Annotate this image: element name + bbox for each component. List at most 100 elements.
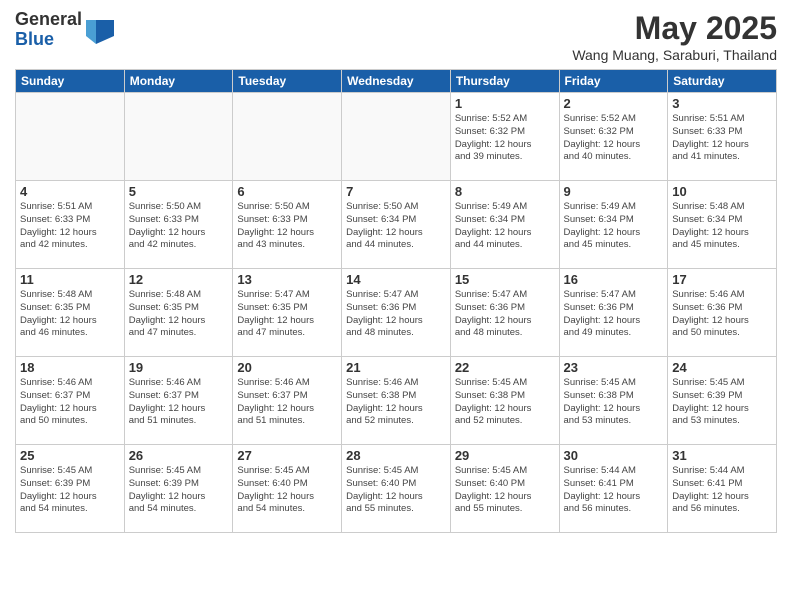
day-number: 30 [564, 448, 664, 463]
table-row: 11 Sunrise: 5:48 AM Sunset: 6:35 PM Dayli… [16, 269, 125, 357]
table-row [233, 93, 342, 181]
table-row: 14 Sunrise: 5:47 AM Sunset: 6:36 PM Dayli… [342, 269, 451, 357]
table-row: 17Sunrise: 5:46 AM Sunset: 6:36 PM Dayli… [668, 269, 777, 357]
day-number: 22 [455, 360, 555, 375]
table-row: 2Sunrise: 5:52 AM Sunset: 6:32 PM Daylig… [559, 93, 668, 181]
table-row: 6Sunrise: 5:50 AM Sunset: 6:33 PM Daylig… [233, 181, 342, 269]
day-number: 15 [455, 272, 555, 287]
table-row: 20Sunrise: 5:46 AM Sunset: 6:37 PM Dayli… [233, 357, 342, 445]
table-row: 25Sunrise: 5:45 AM Sunset: 6:39 PM Dayli… [16, 445, 125, 533]
day-info: Sunrise: 5:48 AM Sunset: 6:35 PM Dayligh… [129, 289, 229, 340]
day-number: 31 [672, 448, 772, 463]
table-row [124, 93, 233, 181]
day-number: 14 [346, 272, 446, 287]
day-number: 19 [129, 360, 229, 375]
table-row: 13 Sunrise: 5:47 AM Sunset: 6:35 PM Dayli… [233, 269, 342, 357]
logo: General Blue [15, 10, 114, 50]
day-number: 9 [564, 184, 664, 199]
calendar: Sunday Monday Tuesday Wednesday Thursday… [15, 69, 777, 533]
table-row: 16 Sunrise: 5:47 AM Sunset: 6:36 PM Dayli… [559, 269, 668, 357]
calendar-week-row: 18 Sunrise: 5:46 AM Sunset: 6:37 PM Dayli… [16, 357, 777, 445]
day-info: Sunrise: 5:45 AM Sunset: 6:40 PM Dayligh… [237, 465, 337, 516]
day-info: Sunrise: 5:49 AM Sunset: 6:34 PM Dayligh… [564, 201, 664, 252]
day-number: 8 [455, 184, 555, 199]
day-info: Sunrise: 5:44 AM Sunset: 6:41 PM Dayligh… [672, 465, 772, 516]
header: General Blue May 2025 Wang Muang, Sarabu… [15, 10, 777, 63]
table-row: 26 Sunrise: 5:45 AM Sunset: 6:39 PM Dayli… [124, 445, 233, 533]
day-info: Sunrise: 5:45 AM Sunset: 6:40 PM Dayligh… [346, 465, 446, 516]
day-info: Sunrise: 5:45 AM Sunset: 6:39 PM Dayligh… [20, 465, 120, 516]
day-number: 5 [129, 184, 229, 199]
day-info: Sunrise: 5:47 AM Sunset: 6:35 PM Dayligh… [237, 289, 337, 340]
col-header-saturday: Saturday [668, 70, 777, 93]
table-row: 31 Sunrise: 5:44 AM Sunset: 6:41 PM Dayli… [668, 445, 777, 533]
calendar-week-row: 1 Sunrise: 5:52 AM Sunset: 6:32 PM Daylig… [16, 93, 777, 181]
day-info: Sunrise: 5:47 AM Sunset: 6:36 PM Dayligh… [564, 289, 664, 340]
day-info: Sunrise: 5:47 AM Sunset: 6:36 PM Dayligh… [455, 289, 555, 340]
day-number: 12 [129, 272, 229, 287]
table-row: 22 Sunrise: 5:45 AM Sunset: 6:38 PM Dayli… [450, 357, 559, 445]
day-number: 24 [672, 360, 772, 375]
day-number: 27 [237, 448, 337, 463]
day-number: 11 [20, 272, 120, 287]
table-row: 23 Sunrise: 5:45 AM Sunset: 6:38 PM Dayli… [559, 357, 668, 445]
day-number: 28 [346, 448, 446, 463]
day-info: Sunrise: 5:50 AM Sunset: 6:34 PM Dayligh… [346, 201, 446, 252]
col-header-thursday: Thursday [450, 70, 559, 93]
day-info: Sunrise: 5:45 AM Sunset: 6:39 PM Dayligh… [672, 377, 772, 428]
day-info: Sunrise: 5:51 AM Sunset: 6:33 PM Dayligh… [20, 201, 120, 252]
day-number: 26 [129, 448, 229, 463]
calendar-week-row: 11 Sunrise: 5:48 AM Sunset: 6:35 PM Dayli… [16, 269, 777, 357]
day-info: Sunrise: 5:46 AM Sunset: 6:37 PM Dayligh… [237, 377, 337, 428]
day-info: Sunrise: 5:45 AM Sunset: 6:40 PM Dayligh… [455, 465, 555, 516]
table-row: 29 Sunrise: 5:45 AM Sunset: 6:40 PM Dayli… [450, 445, 559, 533]
day-number: 1 [455, 96, 555, 111]
table-row: 1 Sunrise: 5:52 AM Sunset: 6:32 PM Daylig… [450, 93, 559, 181]
day-number: 4 [20, 184, 120, 199]
table-row: 15 Sunrise: 5:47 AM Sunset: 6:36 PM Dayli… [450, 269, 559, 357]
calendar-header-row: Sunday Monday Tuesday Wednesday Thursday… [16, 70, 777, 93]
day-info: Sunrise: 5:44 AM Sunset: 6:41 PM Dayligh… [564, 465, 664, 516]
calendar-week-row: 4 Sunrise: 5:51 AM Sunset: 6:33 PM Daylig… [16, 181, 777, 269]
day-info: Sunrise: 5:52 AM Sunset: 6:32 PM Dayligh… [455, 113, 555, 164]
logo-icon [86, 16, 114, 44]
day-number: 3 [672, 96, 772, 111]
day-info: Sunrise: 5:45 AM Sunset: 6:38 PM Dayligh… [455, 377, 555, 428]
col-header-friday: Friday [559, 70, 668, 93]
day-info: Sunrise: 5:46 AM Sunset: 6:37 PM Dayligh… [20, 377, 120, 428]
title-section: May 2025 Wang Muang, Saraburi, Thailand [572, 10, 777, 63]
logo-text: General Blue [15, 10, 82, 50]
day-number: 13 [237, 272, 337, 287]
table-row: 24 Sunrise: 5:45 AM Sunset: 6:39 PM Dayli… [668, 357, 777, 445]
day-number: 10 [672, 184, 772, 199]
day-info: Sunrise: 5:47 AM Sunset: 6:36 PM Dayligh… [346, 289, 446, 340]
table-row: 19 Sunrise: 5:46 AM Sunset: 6:37 PM Dayli… [124, 357, 233, 445]
day-number: 17 [672, 272, 772, 287]
day-info: Sunrise: 5:48 AM Sunset: 6:35 PM Dayligh… [20, 289, 120, 340]
day-number: 29 [455, 448, 555, 463]
table-row [16, 93, 125, 181]
table-row: 28 Sunrise: 5:45 AM Sunset: 6:40 PM Dayli… [342, 445, 451, 533]
table-row: 12 Sunrise: 5:48 AM Sunset: 6:35 PM Dayli… [124, 269, 233, 357]
day-info: Sunrise: 5:50 AM Sunset: 6:33 PM Dayligh… [129, 201, 229, 252]
day-info: Sunrise: 5:49 AM Sunset: 6:34 PM Dayligh… [455, 201, 555, 252]
day-number: 2 [564, 96, 664, 111]
day-number: 23 [564, 360, 664, 375]
day-number: 7 [346, 184, 446, 199]
day-info: Sunrise: 5:46 AM Sunset: 6:38 PM Dayligh… [346, 377, 446, 428]
table-row: 9 Sunrise: 5:49 AM Sunset: 6:34 PM Daylig… [559, 181, 668, 269]
table-row: 18 Sunrise: 5:46 AM Sunset: 6:37 PM Dayli… [16, 357, 125, 445]
col-header-monday: Monday [124, 70, 233, 93]
page: General Blue May 2025 Wang Muang, Sarabu… [0, 0, 792, 612]
day-number: 18 [20, 360, 120, 375]
day-info: Sunrise: 5:45 AM Sunset: 6:38 PM Dayligh… [564, 377, 664, 428]
table-row: 27 Sunrise: 5:45 AM Sunset: 6:40 PM Dayli… [233, 445, 342, 533]
day-info: Sunrise: 5:46 AM Sunset: 6:37 PM Dayligh… [129, 377, 229, 428]
day-info: Sunrise: 5:50 AM Sunset: 6:33 PM Dayligh… [237, 201, 337, 252]
table-row [342, 93, 451, 181]
col-header-tuesday: Tuesday [233, 70, 342, 93]
day-number: 16 [564, 272, 664, 287]
col-header-wednesday: Wednesday [342, 70, 451, 93]
location: Wang Muang, Saraburi, Thailand [572, 47, 777, 63]
day-info: Sunrise: 5:45 AM Sunset: 6:39 PM Dayligh… [129, 465, 229, 516]
